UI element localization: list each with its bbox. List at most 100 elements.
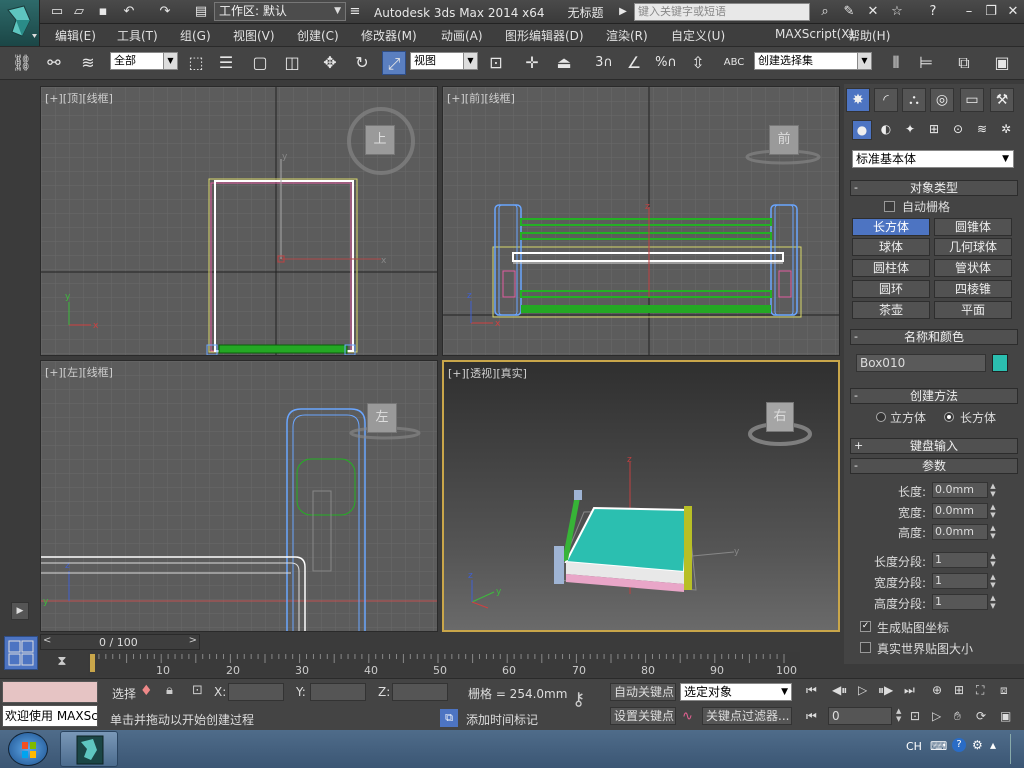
- named-selection-dropdown[interactable]: 创建选择集 ▼: [754, 52, 872, 70]
- redo-icon[interactable]: ↷: [156, 3, 174, 20]
- snaps-toggle-icon[interactable]: 3∩: [592, 51, 616, 75]
- box-radio[interactable]: [944, 412, 954, 422]
- teapot-button[interactable]: 茶壶: [852, 301, 930, 319]
- viewport-left-label[interactable]: [+][左][线框]: [45, 364, 113, 380]
- width-input[interactable]: 0.0mm: [932, 503, 988, 519]
- workspace-menu-icon[interactable]: ≡: [346, 3, 364, 20]
- show-desktop-button[interactable]: [1010, 734, 1022, 764]
- menu-customize[interactable]: 自定义(U): [671, 27, 725, 44]
- layer-manager-icon[interactable]: ⧉: [952, 51, 976, 75]
- menu-edit[interactable]: 编辑(E): [55, 27, 96, 44]
- mirror-icon[interactable]: ⫴: [884, 51, 908, 75]
- rollout-parameters[interactable]: - 参数: [850, 458, 1018, 474]
- viewcube-front[interactable]: 前: [769, 125, 799, 155]
- viewport-perspective-label[interactable]: [+][透视][真实]: [448, 365, 527, 381]
- maxscript-listener-white[interactable]: 欢迎使用 MAXSc: [2, 705, 98, 727]
- cone-button[interactable]: 圆锥体: [934, 218, 1012, 236]
- viewport-top-label[interactable]: [+][顶][线框]: [45, 90, 113, 106]
- rollout-creation-method[interactable]: - 创建方法: [850, 388, 1018, 404]
- geometry-icon[interactable]: ●: [852, 120, 872, 140]
- z-coordinate-input[interactable]: [392, 683, 448, 701]
- goto-start-icon[interactable]: ⏮: [806, 683, 817, 698]
- menu-rendering[interactable]: 渲染(R): [606, 27, 648, 44]
- settings-tray-icon[interactable]: ⚙: [972, 738, 983, 752]
- viewcube-top[interactable]: 上: [365, 125, 395, 155]
- auto-key-button[interactable]: 自动关键点: [610, 683, 676, 701]
- undo-icon[interactable]: ↶: [120, 3, 138, 20]
- add-time-tag[interactable]: 添加时间标记: [466, 711, 538, 728]
- tray-arrow-icon[interactable]: ▴: [990, 738, 996, 752]
- torus-button[interactable]: 圆环: [852, 280, 930, 298]
- length-segs-input[interactable]: 1: [932, 552, 988, 568]
- align-icon[interactable]: ⊨: [914, 51, 938, 75]
- width-segs-input[interactable]: 1: [932, 573, 988, 589]
- key-icon[interactable]: ⚷: [572, 689, 585, 710]
- reference-coordinate-dropdown[interactable]: 视图 ▼: [410, 52, 478, 70]
- viewport-top[interactable]: x y y x 上 [+][顶][线框]: [40, 86, 438, 356]
- maximize-viewport-icon[interactable]: ▣: [1000, 709, 1011, 723]
- rotate-icon[interactable]: ↻: [350, 51, 374, 75]
- key-mode-toggle-icon[interactable]: ⏮: [806, 709, 817, 724]
- category-dropdown[interactable]: 标准基本体 ▼: [852, 150, 1014, 168]
- viewport-left[interactable]: z y 左 [+][左][线框]: [40, 360, 438, 632]
- orbit-icon[interactable]: ⟳: [976, 709, 986, 723]
- create-tab-icon[interactable]: ✸: [846, 88, 870, 112]
- height-segs-spinner-arrows[interactable]: ▲ ▼: [988, 594, 998, 610]
- new-file-icon[interactable]: ▭: [48, 3, 66, 20]
- input-language[interactable]: CH: [906, 740, 922, 753]
- y-coordinate-input[interactable]: [310, 683, 366, 701]
- minimize-icon[interactable]: –: [960, 3, 978, 20]
- display-tab-icon[interactable]: ▭: [960, 88, 984, 112]
- zoom-extents-icon[interactable]: ⛶: [976, 683, 984, 698]
- pan-icon[interactable]: ✋︎: [954, 709, 961, 724]
- height-input[interactable]: 0.0mm: [932, 524, 988, 540]
- viewport-layout-icon[interactable]: [4, 636, 38, 670]
- key-filters-button[interactable]: 关键点过滤器...: [702, 707, 792, 725]
- length-spinner-arrows[interactable]: ▲ ▼: [988, 482, 998, 498]
- play-arrow-icon[interactable]: ▶: [614, 3, 632, 20]
- rectangular-selection-icon[interactable]: ▢: [248, 51, 272, 75]
- zoom-icon[interactable]: ⊕: [932, 683, 942, 697]
- help-icon[interactable]: ?: [924, 3, 942, 20]
- prev-frame-icon[interactable]: ◀⏸: [832, 683, 847, 698]
- cube-radio[interactable]: [876, 412, 886, 422]
- percent-snap-icon[interactable]: %∩: [654, 51, 678, 75]
- menu-group[interactable]: 组(G): [180, 27, 211, 44]
- time-config-icon[interactable]: ⊡: [910, 709, 920, 723]
- spacewarps-icon[interactable]: ≋: [972, 120, 992, 140]
- play-icon[interactable]: ▷: [858, 683, 867, 697]
- move-icon[interactable]: ✥: [318, 51, 342, 75]
- restore-icon[interactable]: ❐: [982, 3, 1000, 20]
- viewport-perspective[interactable]: z y z y 右 [+][透视][真实]: [442, 360, 840, 632]
- workspace-dropdown[interactable]: 工作区: 默认 ▼: [214, 2, 346, 21]
- key-curve-icon[interactable]: ∿: [682, 709, 693, 724]
- object-color-swatch[interactable]: [992, 354, 1008, 372]
- lights-icon[interactable]: ✦: [900, 120, 920, 140]
- lock-icon[interactable]: 🔒︎: [166, 683, 173, 698]
- time-tag-icon[interactable]: ⧉: [440, 709, 458, 727]
- zoom-extents-all-icon[interactable]: ⧈: [1000, 683, 1008, 698]
- select-manipulate-icon[interactable]: ✛: [520, 51, 544, 75]
- time-slider-prev-icon[interactable]: <: [43, 635, 51, 646]
- angle-snap-icon[interactable]: ∠: [622, 51, 646, 75]
- systems-icon[interactable]: ✲: [996, 120, 1016, 140]
- viewcube-left[interactable]: 左: [367, 403, 397, 433]
- isolate-icon[interactable]: ♦: [140, 683, 153, 699]
- help-tray-icon[interactable]: ?: [952, 738, 966, 752]
- hierarchy-tab-icon[interactable]: ⛬: [902, 88, 926, 112]
- render-icon[interactable]: ▣: [990, 51, 1014, 75]
- goto-end-icon[interactable]: ⏭: [904, 683, 915, 698]
- menu-create[interactable]: 创建(C): [297, 27, 339, 44]
- box-button[interactable]: 长方体: [852, 218, 930, 236]
- sphere-button[interactable]: 球体: [852, 238, 930, 256]
- length-segs-spinner-arrows[interactable]: ▲ ▼: [988, 552, 998, 568]
- utilities-tab-icon[interactable]: ⚒: [990, 88, 1014, 112]
- taskbar-3dsmax-button[interactable]: [60, 731, 118, 767]
- geosphere-button[interactable]: 几何球体: [934, 238, 1012, 256]
- select-object-icon[interactable]: ⬚: [184, 51, 208, 75]
- current-frame-input[interactable]: 0: [828, 707, 892, 725]
- set-key-button[interactable]: 设置关键点: [610, 707, 676, 725]
- binoculars-icon[interactable]: ⌕: [816, 3, 834, 20]
- viewport-front-label[interactable]: [+][前][线框]: [447, 90, 515, 106]
- play-icon[interactable]: ▶: [11, 602, 29, 620]
